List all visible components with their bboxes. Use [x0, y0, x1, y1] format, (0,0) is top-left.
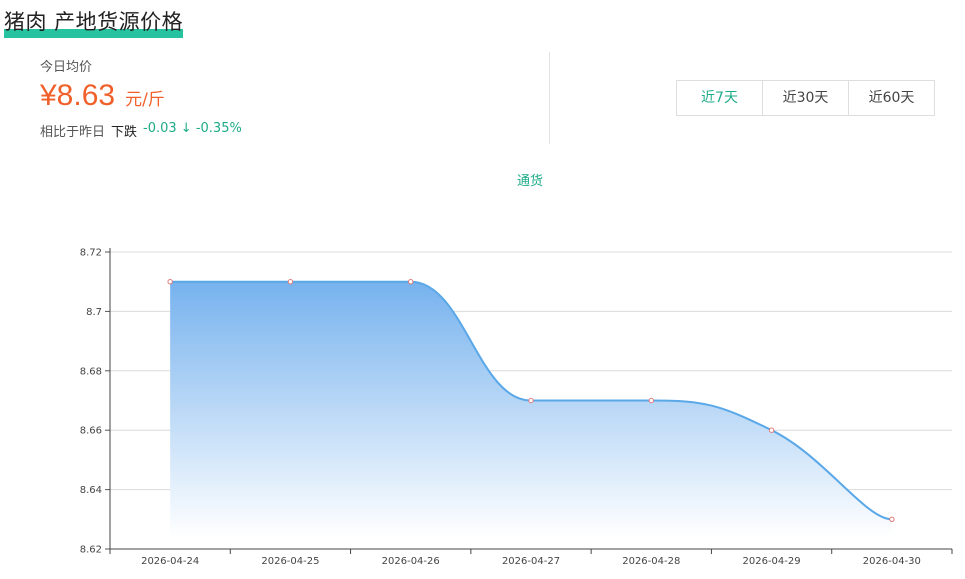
data-point[interactable]	[768, 427, 775, 433]
x-tick-label: 2026-04-27	[502, 556, 560, 567]
y-tick-label: 8.7	[86, 307, 102, 318]
price-chart: 8.72 8.7 8.68 8.66 8.64 8.62 2026-04-24 2026-04…	[80, 248, 953, 567]
data-point[interactable]	[889, 516, 895, 522]
x-tick-label: 2026-04-29	[743, 556, 801, 567]
data-point[interactable]	[287, 279, 294, 285]
series-area	[170, 281, 892, 537]
x-tick-label: 2026-04-24	[141, 556, 199, 567]
data-point[interactable]	[408, 279, 414, 285]
x-tick-label: 2026-04-25	[261, 556, 319, 567]
x-tick-label: 2026-04-26	[382, 556, 440, 567]
data-point[interactable]	[648, 397, 654, 404]
data-point[interactable]	[167, 279, 173, 285]
data-point[interactable]	[528, 397, 534, 404]
x-tick-label: 2026-04-30	[863, 556, 921, 567]
page-title-wrap: 猪肉 产地货源价格	[4, 6, 184, 38]
y-tick-label: 8.62	[80, 545, 102, 556]
y-tick-label: 8.64	[80, 485, 102, 496]
page-title: 猪肉 产地货源价格	[4, 10, 184, 34]
y-tick-label: 8.66	[80, 426, 102, 437]
y-tick-label: 8.72	[80, 248, 102, 259]
y-tick-label: 8.68	[80, 366, 102, 377]
x-tick-label: 2026-04-28	[622, 556, 680, 567]
